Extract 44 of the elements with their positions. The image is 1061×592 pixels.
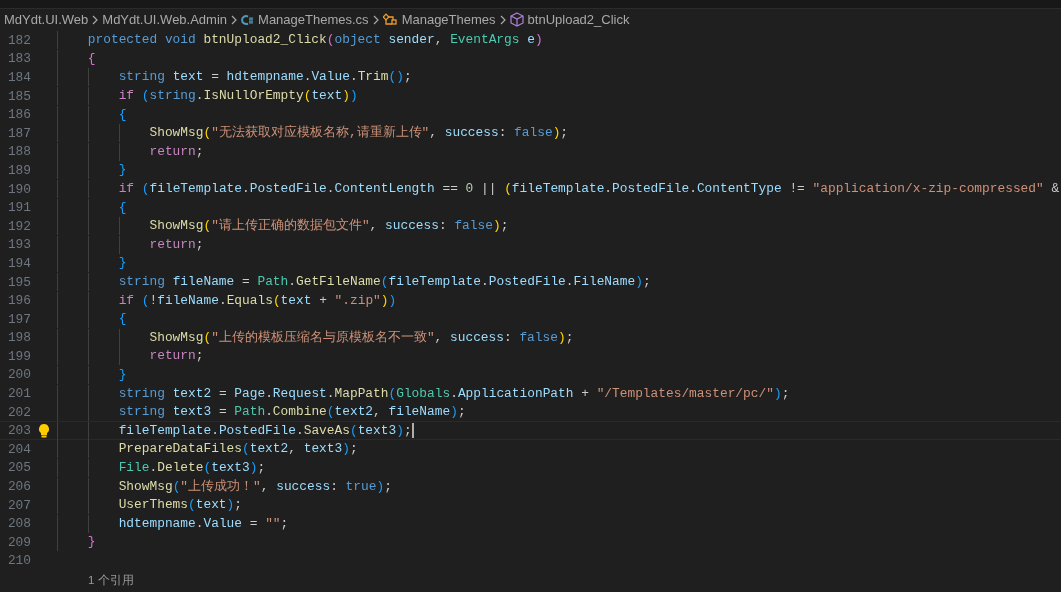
line-number: 188 [6, 144, 31, 160]
line-number: 205 [6, 460, 31, 476]
line-number: 191 [6, 200, 31, 216]
line-number: 208 [6, 516, 31, 532]
chevron-right-icon [230, 14, 239, 25]
line-number: 206 [6, 479, 31, 495]
class-icon [382, 12, 398, 27]
line-number: 182 [6, 32, 31, 48]
line-number: 201 [6, 386, 31, 402]
chevron-right-icon [91, 14, 100, 25]
line-number: 207 [6, 497, 31, 513]
line-number: 196 [6, 293, 31, 309]
cube-icon [509, 12, 524, 27]
line-number: 199 [6, 348, 31, 364]
line-number: 190 [6, 181, 31, 197]
breadcrumb-item[interactable]: ManageThemes [382, 12, 496, 27]
line-number: 200 [6, 367, 31, 383]
chevron-right-icon [498, 14, 507, 25]
line-number: 204 [6, 441, 31, 457]
line-number: 203 [6, 423, 31, 439]
line-number: 195 [6, 274, 31, 290]
line-number: 209 [6, 534, 31, 550]
line-number: 192 [6, 218, 31, 234]
line-number: 194 [6, 255, 31, 271]
line-number: 202 [6, 404, 31, 420]
line-number: 197 [6, 311, 31, 327]
line-number: 183 [6, 51, 31, 67]
line-number: 187 [6, 125, 31, 141]
codelens-reference-count[interactable]: 1 个引用 [88, 570, 134, 589]
breadcrumb-item[interactable]: ManageThemes.cs [241, 12, 369, 27]
text-cursor [411, 423, 414, 439]
line-number: 193 [6, 237, 31, 253]
chevron-right-icon [371, 14, 380, 25]
breadcrumb-item[interactable]: MdYdt.UI.Web [4, 12, 89, 27]
line-number: 198 [6, 330, 31, 346]
breadcrumb-item[interactable]: MdYdt.UI.Web.Admin [102, 12, 228, 27]
lightbulb-icon[interactable] [38, 423, 50, 439]
line-number: 185 [6, 88, 31, 104]
line-number: 210 [6, 553, 31, 569]
breadcrumb-item[interactable]: btnUpload2_Click [509, 12, 630, 27]
line-number: 186 [6, 107, 31, 123]
line-number: 189 [6, 162, 31, 178]
line-number: 184 [6, 70, 31, 85]
csharp-file-icon [241, 13, 255, 26]
